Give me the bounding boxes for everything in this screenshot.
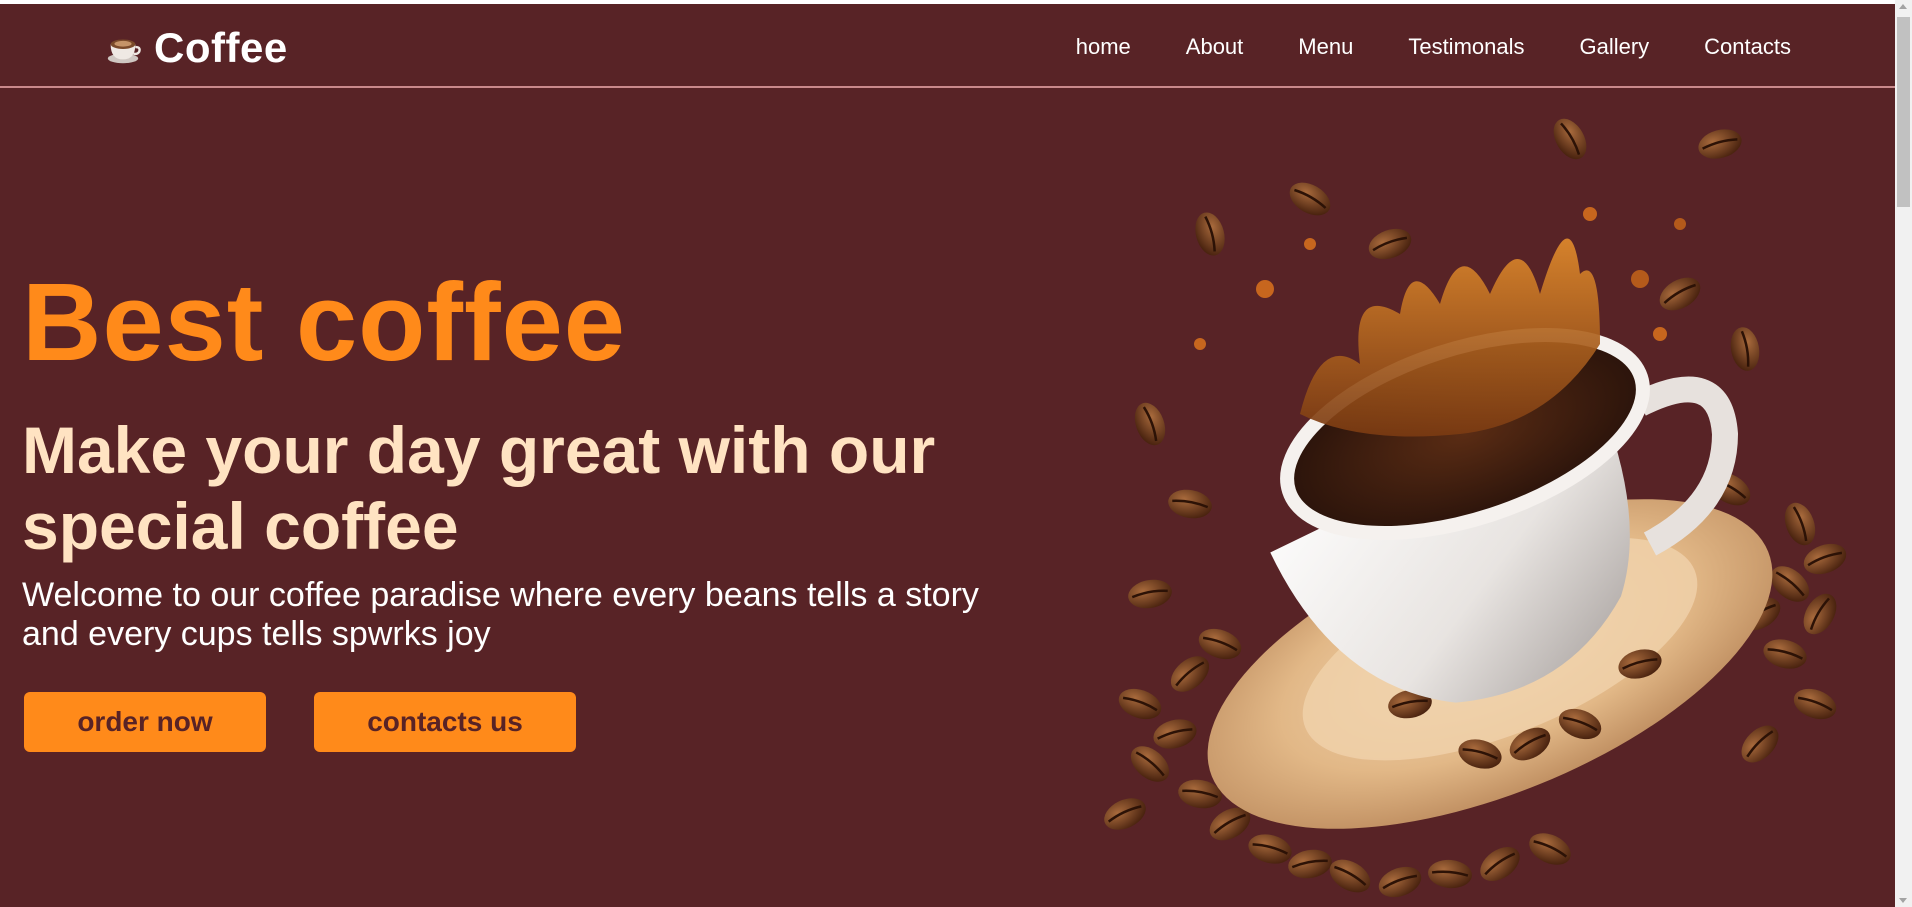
nav-link-testimonials[interactable]: Testimonals — [1408, 34, 1524, 60]
coffee-cup-icon — [107, 39, 141, 64]
brand-name: Coffee — [154, 24, 288, 71]
page-viewport: Coffee home About Menu Testimonals Galle… — [0, 4, 1895, 907]
hero-description: Welcome to our coffee paradise where eve… — [22, 576, 979, 653]
hero-subtitle: Make your day great with our special cof… — [22, 413, 936, 563]
nav-link-contacts[interactable]: Contacts — [1704, 34, 1791, 60]
scroll-down-arrow-icon[interactable] — [1899, 898, 1907, 903]
nav-link-home[interactable]: home — [1076, 34, 1131, 60]
contact-us-button[interactable]: contacts us — [314, 692, 576, 752]
hero-title: Best coffee — [22, 261, 626, 384]
nav-link-menu[interactable]: Menu — [1298, 34, 1353, 60]
logo[interactable]: Coffee — [104, 24, 288, 72]
scrollbar-thumb[interactable] — [1897, 17, 1910, 207]
nav-link-gallery[interactable]: Gallery — [1579, 34, 1649, 60]
vertical-scrollbar[interactable] — [1895, 0, 1912, 907]
order-now-button[interactable]: order now — [24, 692, 266, 752]
navbar: Coffee home About Menu Testimonals Galle… — [0, 4, 1895, 88]
nav-link-about[interactable]: About — [1186, 34, 1244, 60]
scroll-up-arrow-icon[interactable] — [1899, 4, 1907, 9]
main-nav: home About Menu Testimonals Gallery Cont… — [1021, 34, 1791, 60]
coffee-cup-splash-image — [1097, 111, 1852, 904]
